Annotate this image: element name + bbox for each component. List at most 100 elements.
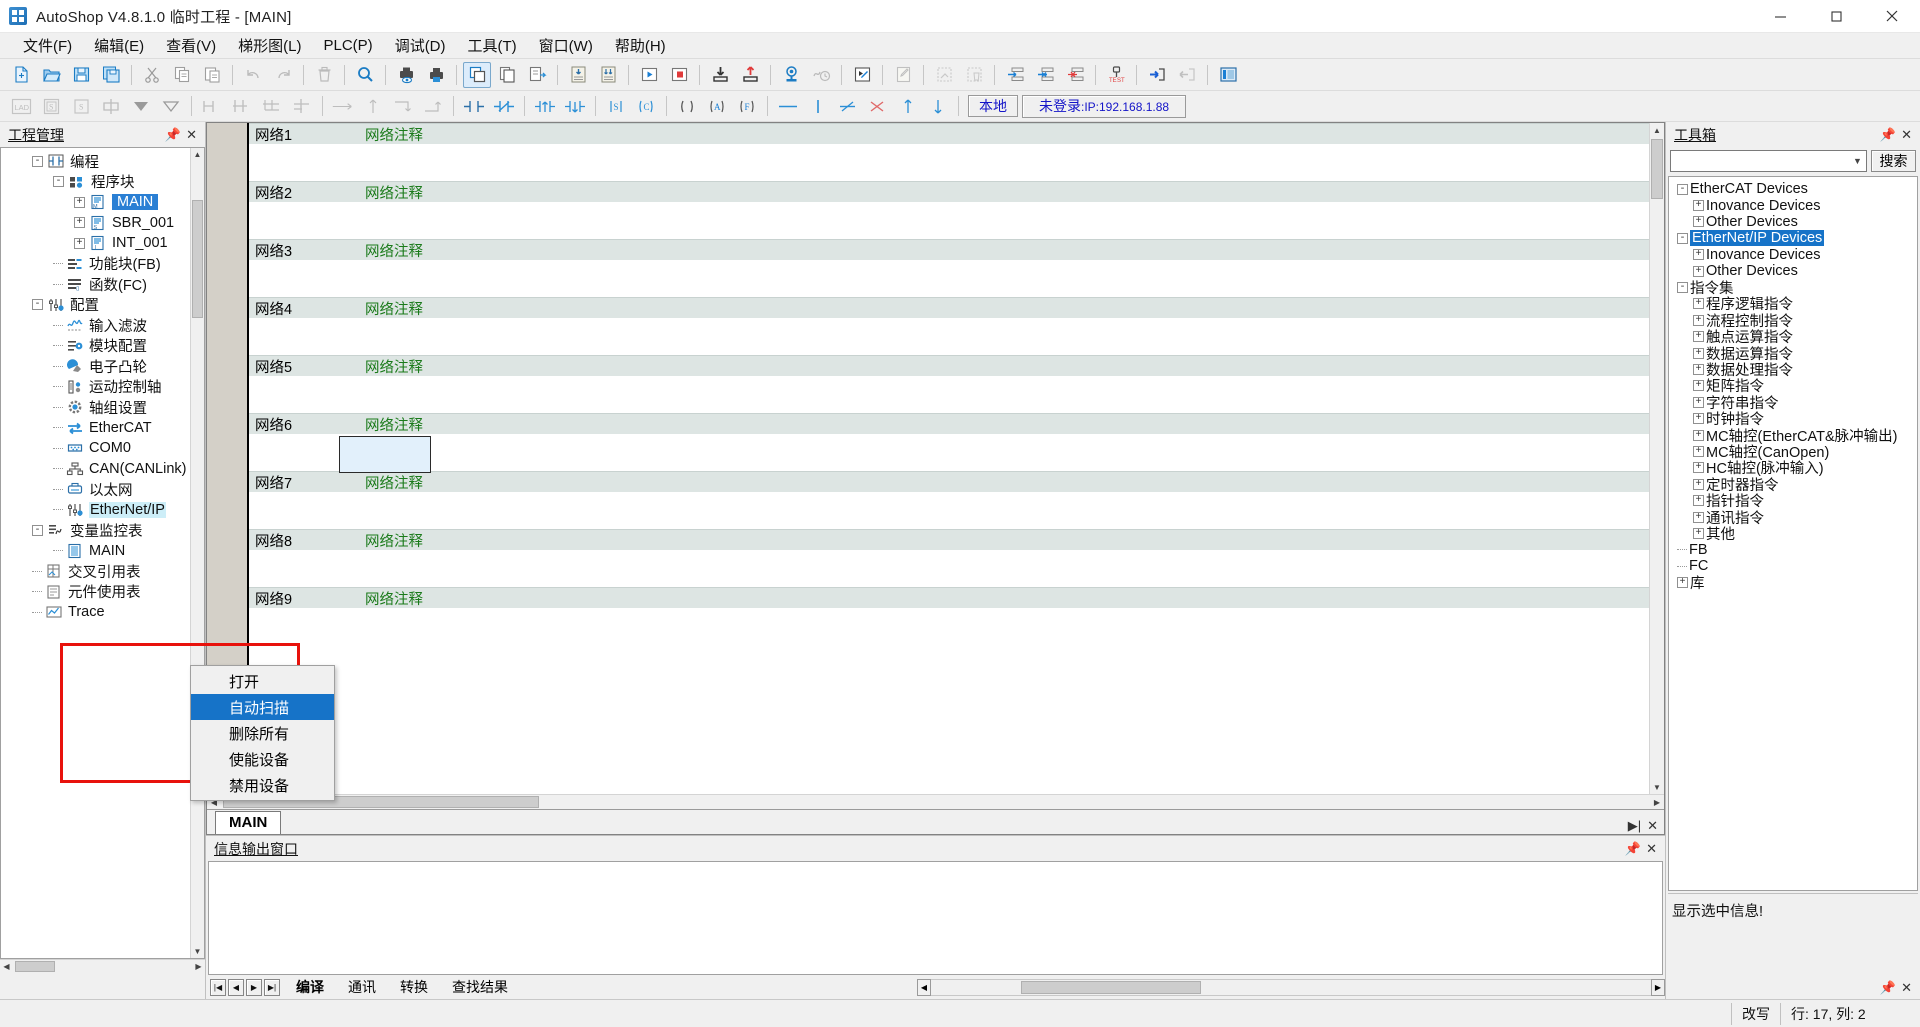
contact-no-icon[interactable] — [460, 93, 488, 119]
tab-main[interactable]: MAIN — [215, 811, 281, 834]
output-tab-convert[interactable]: 转换 — [386, 975, 438, 999]
network-body[interactable] — [249, 202, 1649, 239]
project-tree[interactable]: 功能块实例变量表-编程-程序块+MMAIN+SSBR_001+IINT_001功… — [1, 147, 190, 958]
project-tree-vscrollbar[interactable]: ▲ ▼ — [190, 148, 204, 958]
device-panel-icon[interactable] — [1214, 62, 1242, 88]
sfc-mode-icon[interactable]: S — [67, 93, 95, 119]
tile-windows-icon[interactable] — [463, 62, 491, 88]
close-icon[interactable]: ✕ — [1901, 981, 1912, 995]
network-comment[interactable]: 网络注释 — [365, 182, 423, 203]
chevron-down-icon[interactable]: ▼ — [1849, 151, 1866, 171]
tab-close-icon[interactable]: ✕ — [1647, 818, 1658, 834]
stl-mode-icon[interactable]: S — [37, 93, 65, 119]
editor-scroll-right-arrow[interactable]: ▶ — [1650, 795, 1664, 809]
toolbox-expander[interactable]: - — [1677, 282, 1688, 293]
editor-scroll-up-arrow[interactable]: ▲ — [1650, 123, 1664, 137]
project-tree-item[interactable]: 轴组设置 — [1, 397, 190, 418]
rung-tt-icon[interactable] — [228, 93, 256, 119]
toolbox-tree-item[interactable]: +库 — [1673, 574, 1917, 590]
project-tree-item[interactable]: 电子凸轮 — [1, 356, 190, 377]
output-tab-comm[interactable]: 通讯 — [334, 975, 386, 999]
corner-up-icon[interactable] — [419, 93, 447, 119]
toolbox-expander[interactable]: + — [1693, 446, 1704, 457]
delete-checkpoint-icon[interactable] — [960, 62, 988, 88]
local-mode-button[interactable]: 本地 — [968, 95, 1018, 117]
new-file-icon[interactable] — [7, 62, 35, 88]
menu-debug[interactable]: 调试(D) — [384, 33, 457, 58]
coil-f-icon[interactable]: F — [733, 93, 761, 119]
toolbox-expander[interactable]: + — [1693, 479, 1704, 490]
project-tree-item[interactable]: -编程 — [1, 151, 190, 172]
download-program-icon[interactable] — [564, 62, 592, 88]
minimize-button[interactable] — [1752, 0, 1808, 33]
clear-checkpoint-icon[interactable] — [930, 62, 958, 88]
scroll-down-arrow[interactable]: ▼ — [191, 945, 204, 958]
save-all-icon[interactable] — [97, 62, 125, 88]
toolbox-tree[interactable]: -EtherCAT Devices+Inovance Devices+Other… — [1669, 177, 1917, 591]
pin-icon[interactable]: 📌 — [1880, 981, 1896, 995]
network-header[interactable]: 网络9网络注释 — [249, 587, 1649, 608]
ladder-cursor-cell[interactable] — [339, 436, 431, 473]
project-tree-item[interactable]: -配置 — [1, 295, 190, 316]
toolbox-expander[interactable]: + — [1693, 397, 1704, 408]
undo-icon[interactable] — [239, 62, 267, 88]
network-body[interactable] — [249, 550, 1649, 587]
tree-expander[interactable]: + — [74, 217, 85, 228]
split-window-icon[interactable] — [523, 62, 551, 88]
toolbox-tree-item[interactable]: -EtherCAT Devices — [1673, 181, 1917, 197]
network-body[interactable] — [249, 260, 1649, 297]
prev-tab-button[interactable]: ◀ — [228, 979, 244, 996]
toolbox-expander[interactable]: + — [1693, 413, 1704, 424]
toolbox-expander[interactable]: + — [1693, 495, 1704, 506]
toolbox-expander[interactable]: - — [1677, 233, 1688, 244]
move-down-icon[interactable] — [127, 93, 155, 119]
save-icon[interactable] — [67, 62, 95, 88]
run-icon[interactable] — [635, 62, 663, 88]
output-scroll-left-arrow[interactable]: ◀ — [917, 979, 931, 996]
project-tree-item[interactable]: MAIN — [1, 541, 190, 562]
project-tree-item[interactable]: +SSBR_001 — [1, 213, 190, 234]
project-tree-item[interactable]: 功能块(FB) — [1, 254, 190, 275]
coil-icon[interactable] — [673, 93, 701, 119]
project-tree-item[interactable]: EtherNet/IP — [1, 500, 190, 521]
copy-icon[interactable] — [168, 62, 196, 88]
network-comment[interactable]: 网络注释 — [365, 298, 423, 319]
toolbox-expander[interactable]: + — [1693, 216, 1704, 227]
project-tree-item[interactable]: -程序块 — [1, 172, 190, 193]
menu-tools[interactable]: 工具(T) — [457, 33, 528, 58]
toolbox-expander[interactable]: + — [1693, 364, 1704, 375]
pin-icon[interactable]: 📌 — [165, 128, 181, 142]
project-tree-item[interactable]: 交叉引用表 — [1, 561, 190, 582]
editor-vscrollbar[interactable]: ▲ ▼ — [1649, 123, 1664, 794]
output-text-area[interactable] — [208, 861, 1663, 975]
delete-icon[interactable] — [310, 62, 338, 88]
menu-plc[interactable]: PLC(P) — [313, 35, 384, 56]
insert-row-icon[interactable] — [1001, 62, 1029, 88]
tree-expander[interactable]: - — [32, 156, 43, 167]
close-icon[interactable]: ✕ — [1646, 842, 1657, 856]
coil-a-icon[interactable]: A — [703, 93, 731, 119]
network-body[interactable] — [249, 492, 1649, 529]
project-tree-item[interactable]: 以太网 — [1, 479, 190, 500]
delete-row-icon[interactable] — [1061, 62, 1089, 88]
scroll-right-arrow[interactable]: ▶ — [192, 960, 205, 973]
output-hscrollbar[interactable]: ◀ ▶ — [917, 978, 1665, 996]
output-tab-compile[interactable]: 编译 — [282, 975, 334, 999]
menu-view[interactable]: 查看(V) — [155, 33, 227, 58]
vscroll-thumb[interactable] — [192, 200, 203, 318]
toolbox-expander[interactable]: + — [1693, 430, 1704, 441]
context-menu-item[interactable]: 禁用设备 — [191, 772, 334, 798]
menu-ladder[interactable]: 梯形图(L) — [227, 33, 312, 58]
stop-icon[interactable] — [665, 62, 693, 88]
context-menu-item[interactable]: 自动扫描 — [191, 694, 334, 720]
pin-icon[interactable]: 📌 — [1625, 842, 1641, 856]
last-tab-button[interactable]: ▶| — [264, 979, 280, 996]
contact-nc-icon[interactable] — [490, 93, 518, 119]
contact-c-icon[interactable]: C — [632, 93, 660, 119]
network-comment[interactable]: 网络注释 — [365, 240, 423, 261]
tree-expander[interactable]: + — [74, 238, 85, 249]
scroll-up-arrow[interactable]: ▲ — [191, 148, 204, 161]
delete-vline-icon[interactable] — [864, 93, 892, 119]
scroll-left-arrow[interactable]: ◀ — [0, 960, 13, 973]
menu-help[interactable]: 帮助(H) — [604, 33, 677, 58]
